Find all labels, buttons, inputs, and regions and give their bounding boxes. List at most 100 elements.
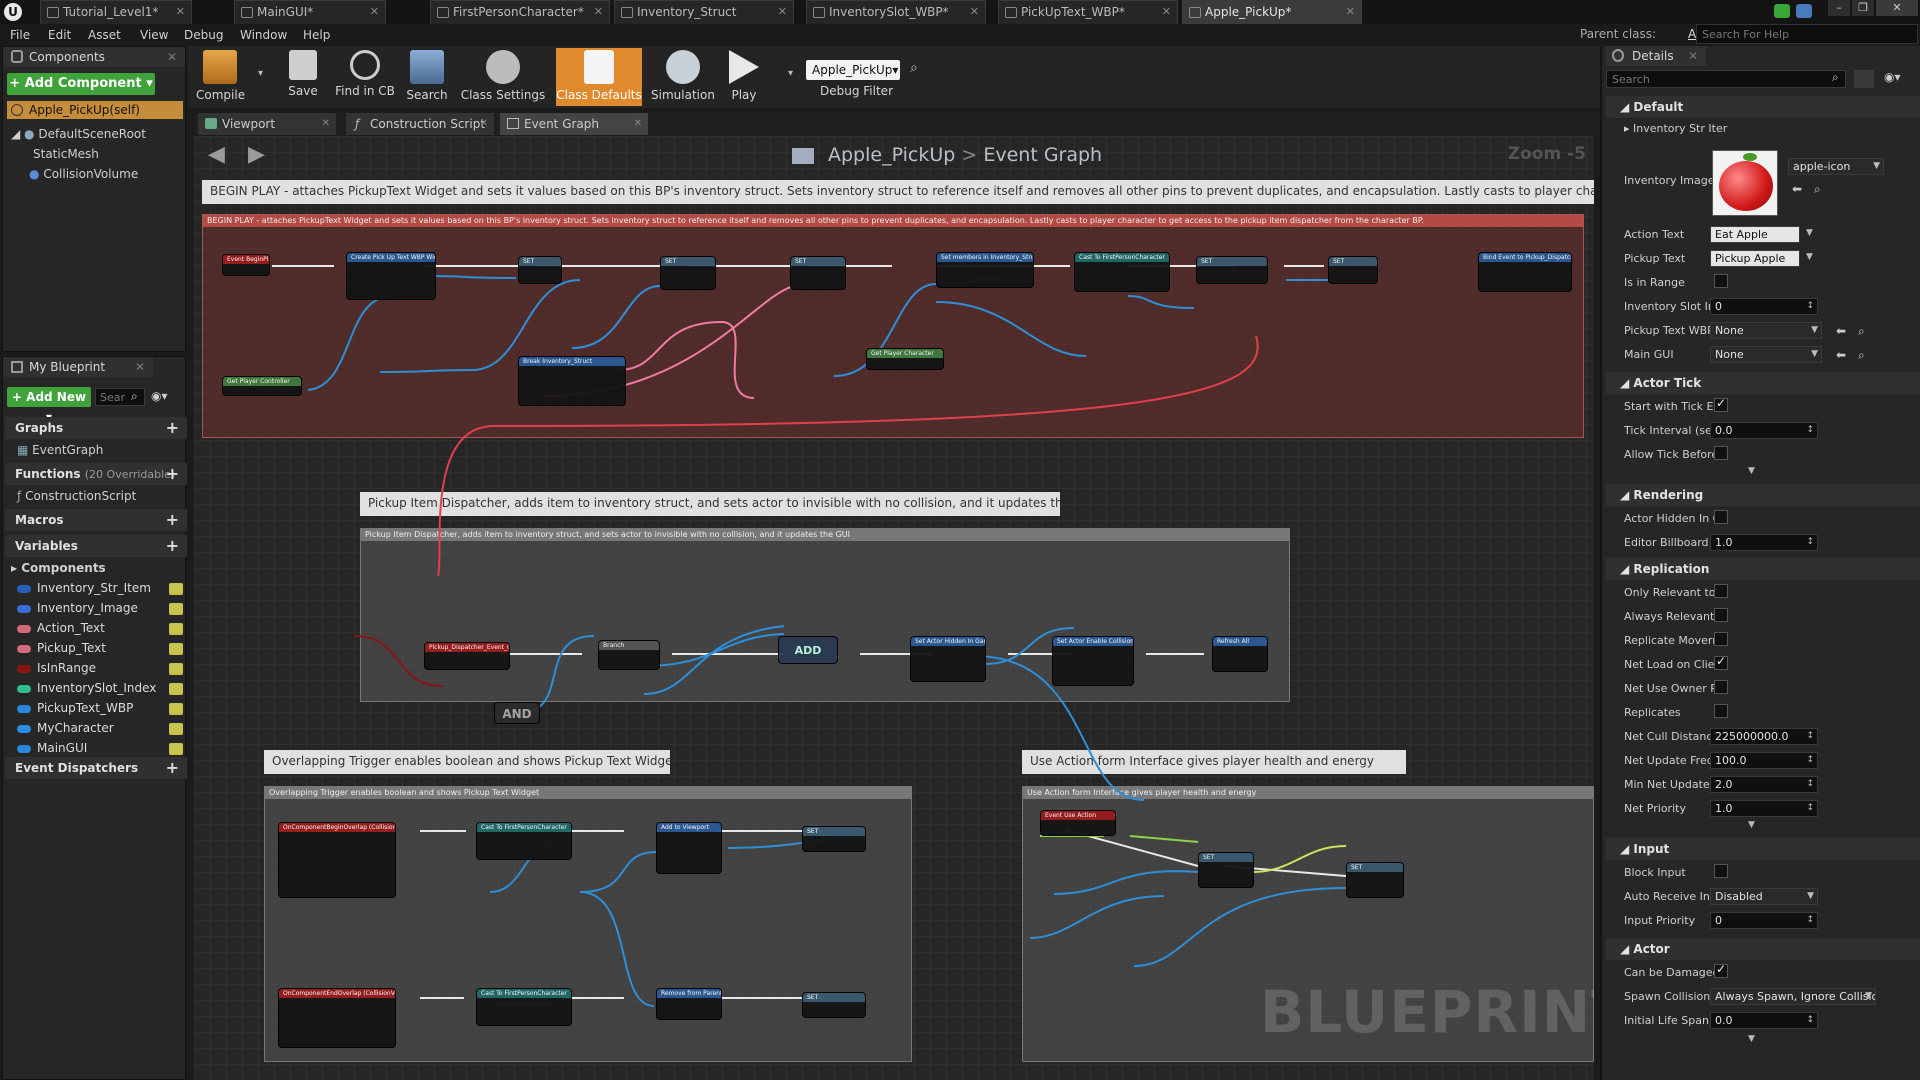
node-set-actor-collision[interactable]: Set Actor Enable Collision	[1052, 636, 1134, 686]
net-owner-checkbox[interactable]	[1714, 680, 1728, 694]
close-window-button[interactable]: ✕	[1876, 0, 1918, 16]
variable-visibility-icon[interactable]	[169, 643, 183, 655]
node-and[interactable]: AND	[494, 702, 540, 724]
variable-visibility-icon[interactable]	[169, 703, 183, 715]
tab-firstpersoncharacter[interactable]: FirstPersonCharacter* ✕	[430, 0, 610, 24]
restore-button[interactable]: ❐	[1852, 0, 1874, 16]
eye-icon[interactable]: ◉▾	[1884, 70, 1901, 84]
minimize-button[interactable]: –	[1828, 0, 1850, 16]
menu-view[interactable]: View	[140, 26, 168, 44]
close-icon[interactable]: ✕	[778, 1, 787, 23]
prop-inventory-struct[interactable]: ▸ Inventory Str Iter	[1624, 122, 1764, 135]
close-icon[interactable]: ✕	[1688, 46, 1698, 66]
play-options-icon[interactable]: ▾	[788, 68, 793, 79]
details-search-input[interactable]: Search	[1606, 70, 1846, 88]
menu-help[interactable]: Help	[303, 26, 330, 44]
variable-visibility-icon[interactable]	[169, 743, 183, 755]
use-selected-arrow-icon[interactable]: ⬅	[1792, 182, 1802, 196]
add-dispatcher-icon[interactable]: +	[166, 757, 179, 779]
variable-item[interactable]: PickupText_WBP	[17, 701, 133, 715]
action-text-field[interactable]: Eat Apple	[1710, 226, 1800, 243]
use-selected-arrow-icon[interactable]: ⬅	[1836, 348, 1846, 362]
variable-visibility-icon[interactable]	[169, 663, 183, 675]
class-settings-button[interactable]: Class Settings	[460, 48, 546, 106]
eye-icon[interactable]: ◉▾	[151, 389, 168, 403]
close-icon[interactable]: ✕	[167, 47, 177, 67]
node-remove-from-parent[interactable]: Remove from Parent	[656, 988, 722, 1020]
expand-advanced-icon[interactable]: ▼	[1748, 466, 1755, 476]
is-in-range-checkbox[interactable]	[1714, 274, 1728, 288]
tree-item-self[interactable]: Apple_PickUp(self)	[7, 101, 183, 119]
node-add-to-viewport[interactable]: Add to Viewport	[656, 822, 722, 874]
node-branch[interactable]: Branch	[598, 640, 660, 670]
class-defaults-button[interactable]: Class Defaults	[556, 48, 642, 106]
variable-item[interactable]: MyCharacter	[17, 721, 114, 735]
close-icon[interactable]: ✕	[1162, 1, 1171, 23]
menu-debug[interactable]: Debug	[184, 26, 223, 44]
tab-event-graph[interactable]: Event Graph ✕	[500, 113, 648, 135]
min-update-field[interactable]: 2.0 ↕	[1710, 776, 1818, 793]
update-freq-field[interactable]: 100.0 ↕	[1710, 752, 1818, 769]
section-replication[interactable]: ◢ Replication	[1606, 558, 1920, 580]
hidden-in-game-checkbox[interactable]	[1714, 510, 1728, 524]
start-tick-checkbox[interactable]	[1714, 396, 1728, 412]
node-get-player-controller[interactable]: Get Player Controller	[222, 376, 302, 396]
tab-maingui[interactable]: MainGUI* ✕	[234, 0, 386, 24]
node-add[interactable]: ADD	[778, 636, 838, 664]
pickup-text-field[interactable]: Pickup Apple	[1710, 250, 1800, 267]
close-icon[interactable]: ✕	[634, 113, 642, 135]
node-set[interactable]: SET	[802, 826, 866, 852]
slot-index-field[interactable]: 0 ↕	[1710, 298, 1818, 315]
node-set[interactable]: SET	[1196, 256, 1268, 284]
block-input-checkbox[interactable]	[1714, 864, 1728, 878]
function-item-constructionscript[interactable]: ƒ ConstructionScript	[17, 489, 136, 503]
tab-construction-script[interactable]: ƒ Construction Script ✕	[346, 113, 494, 135]
tab-viewport[interactable]: Viewport ✕	[198, 113, 336, 135]
node-set[interactable]: SET	[1328, 256, 1378, 284]
simulation-button[interactable]: Simulation	[650, 48, 716, 106]
debug-object-select[interactable]: Apple_PickUp▾	[806, 60, 900, 80]
variable-item[interactable]: Inventory_Str_Item	[17, 581, 151, 595]
browse-icon[interactable]: ⌕	[1858, 324, 1865, 339]
node-bind-event[interactable]: Bind Event to Pickup_Dispatcher	[1478, 252, 1572, 292]
graph-item-eventgraph[interactable]: ▦ EventGraph	[17, 443, 103, 457]
node-get-player-character[interactable]: Get Player Character	[866, 348, 944, 370]
section-actor-tick[interactable]: ◢ Actor Tick	[1606, 372, 1920, 394]
variable-item[interactable]: Action_Text	[17, 621, 105, 635]
section-rendering[interactable]: ◢ Rendering	[1606, 484, 1920, 506]
menu-edit[interactable]: Edit	[48, 26, 71, 44]
close-icon[interactable]: ✕	[176, 1, 185, 23]
node-set-actor-hidden[interactable]: Set Actor Hidden In Game	[910, 636, 986, 682]
close-icon[interactable]: ✕	[135, 357, 145, 377]
chevron-down-icon[interactable]: ▼	[1806, 228, 1813, 238]
replicate-movement-checkbox[interactable]	[1714, 632, 1728, 646]
close-icon[interactable]: ✕	[322, 113, 330, 135]
tree-item-defaultsceneroot[interactable]: ◢ ● DefaultSceneRoot	[11, 127, 146, 141]
node-cast-to-character[interactable]: Cast To FirstPersonCharacter	[476, 822, 572, 860]
node-set[interactable]: SET	[802, 992, 866, 1018]
variables-section[interactable]: Variables +	[5, 535, 187, 557]
menu-file[interactable]: File	[10, 26, 30, 44]
add-variable-icon[interactable]: +	[166, 535, 179, 557]
compile-button[interactable]: Compile	[196, 48, 245, 106]
main-gui-select[interactable]: None ▼	[1710, 346, 1822, 363]
add-new-button[interactable]: + Add New ▾	[7, 387, 91, 424]
tab-inventoryslot-wbp[interactable]: InventorySlot_WBP* ✕	[806, 0, 986, 24]
section-default[interactable]: ◢ Default	[1606, 96, 1920, 118]
node-set[interactable]: SET	[1346, 862, 1404, 898]
net-load-checkbox[interactable]	[1714, 654, 1728, 670]
section-input[interactable]: ◢ Input	[1606, 838, 1920, 860]
tree-item-staticmesh[interactable]: StaticMesh	[33, 147, 99, 161]
node-end-overlap[interactable]: OnComponentEndOverlap (CollisionVolume)	[278, 988, 396, 1048]
variable-item[interactable]: Pickup_Text	[17, 641, 106, 655]
expand-advanced-icon[interactable]: ▼	[1748, 820, 1755, 830]
close-icon[interactable]: ✕	[370, 1, 379, 23]
node-set-members-struct[interactable]: Set members in Inventory_Struct	[936, 252, 1034, 288]
menu-asset[interactable]: Asset	[88, 26, 121, 44]
compile-options-icon[interactable]: ▾	[258, 68, 263, 79]
variable-item[interactable]: Inventory_Image	[17, 601, 138, 615]
node-set[interactable]: SET	[660, 256, 716, 290]
variable-visibility-icon[interactable]	[169, 603, 183, 615]
play-button[interactable]: Play	[722, 48, 766, 106]
cull-distance-field[interactable]: 225000000.0 ↕	[1710, 728, 1818, 745]
